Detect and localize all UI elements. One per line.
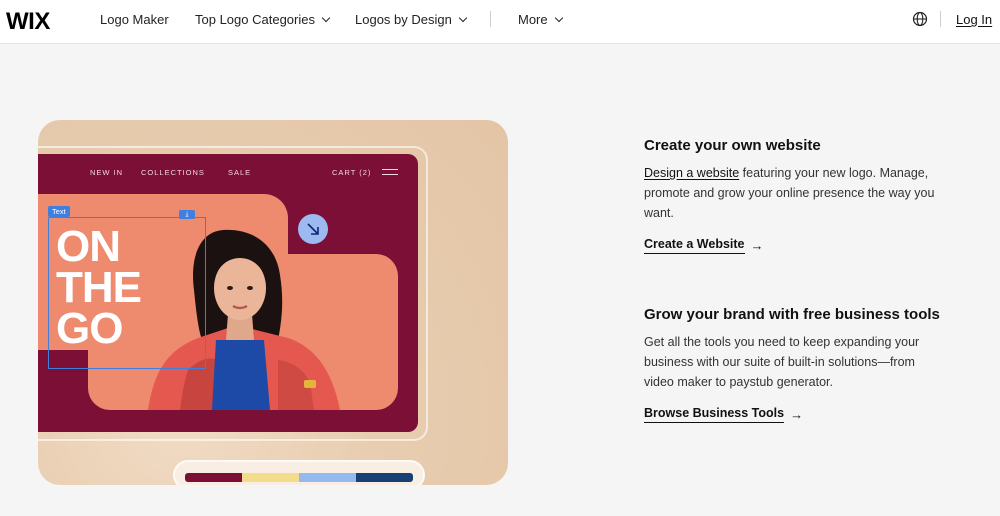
- palette-swatch-navy: [356, 473, 413, 482]
- design-website-link[interactable]: Design a website: [644, 166, 739, 180]
- website-preview-illustration: NEW IN COLLECTIONS SALE CART (2) ON THE …: [38, 120, 508, 485]
- nav-label: More: [518, 12, 548, 27]
- section-create-website: Create your own website Design a website…: [644, 136, 944, 254]
- palette-swatch-light-blue: [299, 473, 356, 482]
- color-palette: [173, 460, 425, 485]
- browse-business-tools-link[interactable]: Browse Business Tools →: [644, 406, 803, 423]
- section-title: Grow your brand with free business tools: [644, 306, 940, 323]
- palette-swatch-burgundy: [185, 473, 242, 482]
- download-icon: ⤓: [179, 210, 195, 219]
- login-link[interactable]: Log In: [956, 12, 992, 27]
- cta-label: Create a Website: [644, 237, 745, 254]
- site-nav-collections: COLLECTIONS: [141, 168, 205, 177]
- chevron-down-icon: [554, 13, 563, 22]
- section-title: Create your own website: [644, 137, 821, 154]
- chevron-down-icon: [321, 13, 331, 22]
- site-nav-cart: CART (2): [332, 168, 372, 177]
- arrow-right-icon: →: [750, 238, 764, 253]
- section-business-tools: Grow your brand with free business tools…: [644, 305, 944, 423]
- wix-logo[interactable]: WIX: [6, 8, 50, 36]
- palette-swatch-yellow: [242, 473, 299, 482]
- site-nav-new-in: NEW IN: [90, 168, 124, 177]
- nav-logo-maker[interactable]: Logo Maker: [100, 12, 169, 27]
- nav-more[interactable]: More: [518, 12, 563, 27]
- section-body: Design a website featuring your new logo…: [644, 163, 944, 223]
- site-mockup: NEW IN COLLECTIONS SALE CART (2) ON THE …: [38, 154, 418, 432]
- nav-label: Top Logo Categories: [195, 12, 315, 27]
- section-body: Get all the tools you need to keep expan…: [644, 335, 920, 389]
- globe-icon[interactable]: [912, 11, 928, 27]
- nav-divider: [490, 11, 491, 27]
- arrow-right-icon: →: [790, 407, 804, 422]
- selection-box: [48, 217, 206, 369]
- menu-icon: [382, 169, 398, 175]
- arrow-circle-icon: [298, 214, 328, 244]
- nav-logos-by-design[interactable]: Logos by Design: [355, 12, 468, 27]
- selection-tag: Text: [48, 206, 70, 217]
- nav-label: Logo Maker: [100, 12, 169, 27]
- site-nav-sale: SALE: [228, 168, 252, 177]
- top-navigation: WIX Logo Maker Top Logo Categories Logos…: [0, 0, 1000, 44]
- nav-label: Logos by Design: [355, 12, 452, 27]
- nav-divider: [940, 11, 941, 27]
- cta-label: Browse Business Tools: [644, 406, 785, 423]
- create-website-link[interactable]: Create a Website →: [644, 237, 764, 254]
- nav-top-logo-categories[interactable]: Top Logo Categories: [195, 12, 331, 27]
- chevron-down-icon: [458, 13, 468, 22]
